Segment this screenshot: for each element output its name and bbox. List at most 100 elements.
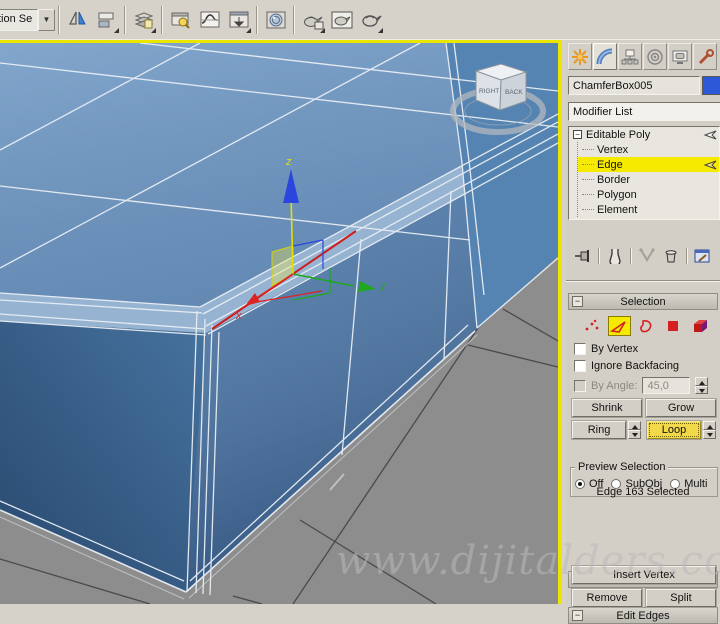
subobject-polygon-button[interactable] (662, 316, 685, 336)
rollout-title: Selection (620, 295, 666, 308)
separator (686, 248, 688, 264)
schematic-view-button[interactable] (224, 5, 253, 35)
object-color-swatch[interactable] (702, 76, 720, 95)
by-angle-checkbox[interactable] (574, 379, 586, 392)
schematic-view-icon (229, 11, 248, 27)
render-setup-button[interactable] (298, 5, 327, 35)
layer-manager-button[interactable] (129, 5, 158, 35)
ring-loop-row: Ring Loop (572, 421, 718, 439)
by-angle-value-field[interactable]: 45,0 (642, 377, 691, 394)
subobject-element-button[interactable] (689, 316, 712, 336)
make-unique-icon (639, 248, 655, 262)
split-button[interactable]: Split (646, 589, 716, 607)
toolbar-separator (58, 5, 60, 34)
tab-display[interactable] (668, 43, 692, 70)
configure-modifier-sets-icon (694, 249, 710, 263)
make-unique-button[interactable] (636, 246, 658, 266)
spinner-down-icon[interactable] (703, 430, 716, 439)
stack-row-border[interactable]: Border (578, 172, 719, 187)
material-editor-button[interactable] (261, 5, 290, 35)
grow-button[interactable]: Grow (646, 399, 716, 417)
perspective-viewport[interactable]: z x y RIGHT BACK (0, 40, 562, 604)
stack-row-element[interactable]: Element (578, 202, 719, 217)
stack-row-editable-poly[interactable]: − Editable Poly (569, 127, 719, 142)
ring-button[interactable]: Ring (572, 421, 626, 439)
selection-status-text: Edge 163 Selected (596, 486, 690, 498)
command-panel-tabs (568, 43, 720, 72)
align-icon (98, 12, 113, 27)
scene-explorer-button[interactable] (166, 5, 195, 35)
by-angle-spinner[interactable] (695, 377, 709, 394)
stack-item-label: Polygon (597, 188, 637, 201)
create-icon (572, 48, 588, 65)
quick-render-icon (361, 14, 382, 27)
insert-vertex-button[interactable]: Insert Vertex (572, 566, 716, 584)
subobject-edge-button[interactable] (607, 316, 631, 336)
by-angle-row: By Angle: 45,0 (574, 377, 720, 394)
subobject-vertex-button[interactable] (581, 316, 604, 336)
shrink-button[interactable]: Shrink (572, 399, 642, 417)
main-toolbar: tion Se ▼ (0, 0, 720, 40)
configure-modifier-sets-button[interactable] (692, 246, 714, 266)
quick-render-button[interactable] (356, 5, 385, 35)
remove-button[interactable]: Remove (572, 589, 642, 607)
stack-row-vertex[interactable]: Vertex (578, 142, 719, 157)
rendered-frame-button[interactable] (327, 5, 356, 35)
rollout-title: Edit Edges (616, 609, 670, 622)
collapse-minus-icon[interactable]: − (573, 130, 582, 139)
dropdown-arrow-icon[interactable]: ▼ (38, 8, 55, 31)
separator (598, 248, 600, 264)
by-vertex-checkbox[interactable] (574, 343, 586, 355)
show-end-result-button[interactable] (604, 246, 626, 266)
loop-spinner[interactable] (703, 421, 716, 439)
object-color-fill (703, 77, 719, 94)
edge-icon (610, 320, 626, 333)
named-selection-set-value[interactable]: tion Se (0, 8, 38, 31)
stack-root-label: Editable Poly (586, 128, 651, 141)
edit-edges-rollout-header[interactable]: − Edit Edges (568, 607, 718, 624)
spinner-down-icon[interactable] (628, 430, 641, 439)
axis-z-label: z (285, 156, 292, 168)
named-selection-set-dropdown[interactable]: tion Se ▼ (0, 8, 55, 31)
spinner-down-icon[interactable] (695, 385, 709, 394)
tab-create[interactable] (568, 43, 592, 70)
spinner-up-icon[interactable] (703, 421, 716, 430)
by-vertex-row: By Vertex (574, 343, 638, 355)
material-editor-icon (266, 11, 285, 28)
toolbar-separator (256, 5, 258, 34)
curve-editor-button[interactable] (195, 5, 224, 35)
command-panel: ChamferBox005 Modifier List − Editable P… (566, 40, 720, 624)
ignore-backfacing-label: Ignore Backfacing (591, 360, 680, 372)
utilities-icon (698, 48, 714, 64)
by-angle-label: By Angle: (591, 379, 638, 392)
mirror-button[interactable] (63, 5, 92, 35)
motion-icon (647, 48, 663, 65)
tab-motion[interactable] (643, 43, 667, 70)
pin-stack-icon (575, 250, 589, 262)
tab-modify[interactable] (593, 43, 617, 70)
pin-stack-button[interactable] (572, 246, 594, 266)
show-end-result-icon (609, 249, 621, 264)
remove-modifier-button[interactable] (660, 246, 682, 266)
loop-button[interactable]: Loop (647, 421, 701, 439)
stack-row-polygon[interactable]: Polygon (578, 187, 719, 202)
selection-rollout-header[interactable]: − Selection (568, 293, 718, 310)
align-button[interactable] (92, 5, 121, 35)
toolbar-separator (293, 5, 295, 34)
subobject-border-button[interactable] (635, 316, 658, 336)
toolbar-separator (124, 5, 126, 34)
tab-hierarchy[interactable] (618, 43, 642, 70)
polygon-icon (668, 321, 678, 331)
stack-item-label: Element (597, 203, 638, 216)
mirror-icon (68, 11, 86, 25)
object-name-field[interactable]: ChamferBox005 (568, 76, 700, 95)
tab-utilities[interactable] (693, 43, 717, 70)
spinner-up-icon[interactable] (695, 377, 709, 386)
ring-spinner[interactable] (628, 421, 641, 439)
spinner-up-icon[interactable] (628, 421, 641, 430)
stack-row-edge[interactable]: Edge (578, 157, 719, 172)
ignore-backfacing-checkbox[interactable] (574, 360, 586, 372)
modifier-list-dropdown[interactable]: Modifier List (568, 102, 720, 121)
viewport-canvas[interactable]: z x y RIGHT BACK (0, 43, 558, 604)
tree-twig (582, 179, 594, 180)
